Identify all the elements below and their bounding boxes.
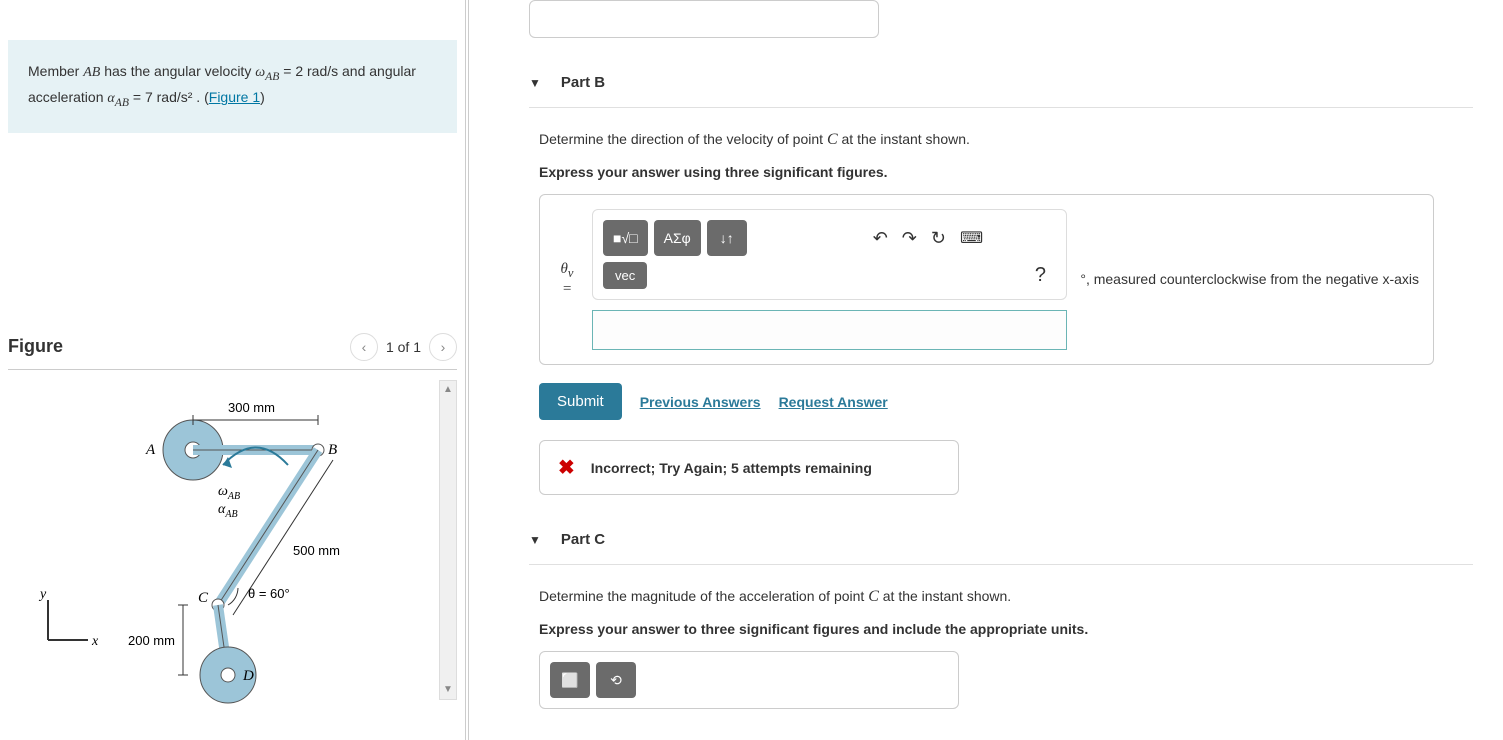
text: , measured counterclockwise from the neg… (1086, 271, 1382, 287)
text: Member (28, 63, 83, 79)
sort-button[interactable]: ↓↑ (707, 220, 747, 256)
point-c-var: C (827, 131, 838, 148)
keyboard-icon[interactable]: ⌨ (960, 228, 983, 249)
templates-button[interactable]: ⟲ (596, 662, 636, 698)
submit-button[interactable]: Submit (539, 383, 622, 420)
part-b-title: Part B (561, 74, 605, 91)
part-c-title: Part C (561, 531, 605, 548)
figure-next-button[interactable]: › (429, 333, 457, 361)
collapse-icon[interactable]: ▼ (529, 76, 541, 90)
text: at the instant shown. (838, 131, 970, 147)
figure-prev-button[interactable]: ‹ (350, 333, 378, 361)
figure-title: Figure (8, 336, 63, 357)
text: has the angular velocity (100, 63, 255, 79)
part-c-instruction: Express your answer to three significant… (539, 621, 1473, 637)
collapse-icon[interactable]: ▼ (529, 533, 541, 547)
svg-text:αAB: αAB (218, 502, 238, 520)
redo-icon[interactable]: ↷ (902, 228, 917, 249)
omega-label: ω (218, 484, 228, 499)
text: Determine the direction of the velocity … (539, 131, 827, 147)
omega-symbol: ω (255, 65, 265, 80)
point-d-label: D (242, 668, 254, 684)
text: ) (260, 89, 265, 105)
scroll-up-icon[interactable]: ▲ (440, 381, 456, 399)
part-b-instruction: Express your answer using three signific… (539, 164, 1473, 180)
alpha-sub: AB (115, 96, 129, 109)
greek-button[interactable]: ΑΣφ (654, 220, 701, 256)
dim-200-label: 200 mm (128, 633, 175, 648)
help-icon[interactable]: ? (1035, 264, 1056, 287)
text: . ( (192, 89, 208, 105)
vec-button[interactable]: vec (603, 262, 647, 289)
reset-icon[interactable]: ↻ (931, 228, 946, 249)
x-axis-label: x (91, 634, 99, 649)
alpha-value: = 7 rad/s² (129, 89, 192, 105)
omega-value: = 2 rad/s (279, 63, 338, 79)
y-axis-label: y (38, 587, 47, 602)
point-a-label: A (145, 442, 156, 458)
alpha-symbol: α (107, 91, 114, 106)
alpha-sub-label: AB (224, 509, 237, 520)
previous-answers-link[interactable]: Previous Answers (640, 394, 761, 410)
figure-diagram: y x A B 300 mm ωAB αAB (28, 380, 408, 710)
part-c-header[interactable]: ▼ Part C (529, 515, 1473, 565)
part-b-header[interactable]: ▼ Part B (529, 58, 1473, 108)
part-b-question: Determine the direction of the velocity … (539, 128, 1473, 152)
dim-500-label: 500 mm (293, 543, 340, 558)
text: -axis (1389, 271, 1419, 287)
templates-button[interactable]: ■√□ (603, 220, 648, 256)
omega-sub: AB (265, 70, 279, 83)
part-a-input-remnant[interactable] (529, 0, 879, 38)
request-answer-link[interactable]: Request Answer (779, 394, 888, 410)
units-button[interactable]: ⬜ (550, 662, 590, 698)
problem-statement: Member AB has the angular velocity ωAB =… (8, 40, 457, 133)
part-c-toolbar: ⬜ ⟲ (539, 651, 959, 709)
point-c-var: C (868, 588, 879, 605)
text: at the instant shown. (879, 588, 1011, 604)
theta-label: θ = 60° (248, 586, 290, 601)
svg-text:ωAB: ωAB (218, 484, 240, 502)
unit-text: °, measured counterclockwise from the ne… (1080, 270, 1419, 290)
answer-input[interactable] (592, 310, 1067, 350)
point-b-label: B (328, 442, 337, 458)
figure-scrollbar[interactable]: ▲ ▼ (439, 380, 457, 700)
feedback-text: Incorrect; Try Again; 5 attempts remaini… (591, 460, 872, 476)
answer-box: θv= ■√□ ΑΣφ ↓↑ ↶ ↷ ↻ ⌨ (539, 194, 1434, 365)
member-label: AB (83, 65, 100, 80)
omega-sub-label: AB (227, 491, 240, 502)
theta-v-label: θv= (554, 261, 580, 298)
part-c-question: Determine the magnitude of the accelerat… (539, 585, 1473, 609)
scroll-down-icon[interactable]: ▼ (440, 681, 456, 699)
figure-pager: 1 of 1 (386, 339, 421, 355)
feedback-box: ✖ Incorrect; Try Again; 5 attempts remai… (539, 440, 959, 495)
undo-icon[interactable]: ↶ (873, 228, 888, 249)
figure-link[interactable]: Figure 1 (209, 89, 260, 105)
point-c-label: C (198, 590, 209, 606)
incorrect-icon: ✖ (558, 455, 575, 480)
text: Determine the magnitude of the accelerat… (539, 588, 868, 604)
dim-300-label: 300 mm (228, 400, 275, 415)
